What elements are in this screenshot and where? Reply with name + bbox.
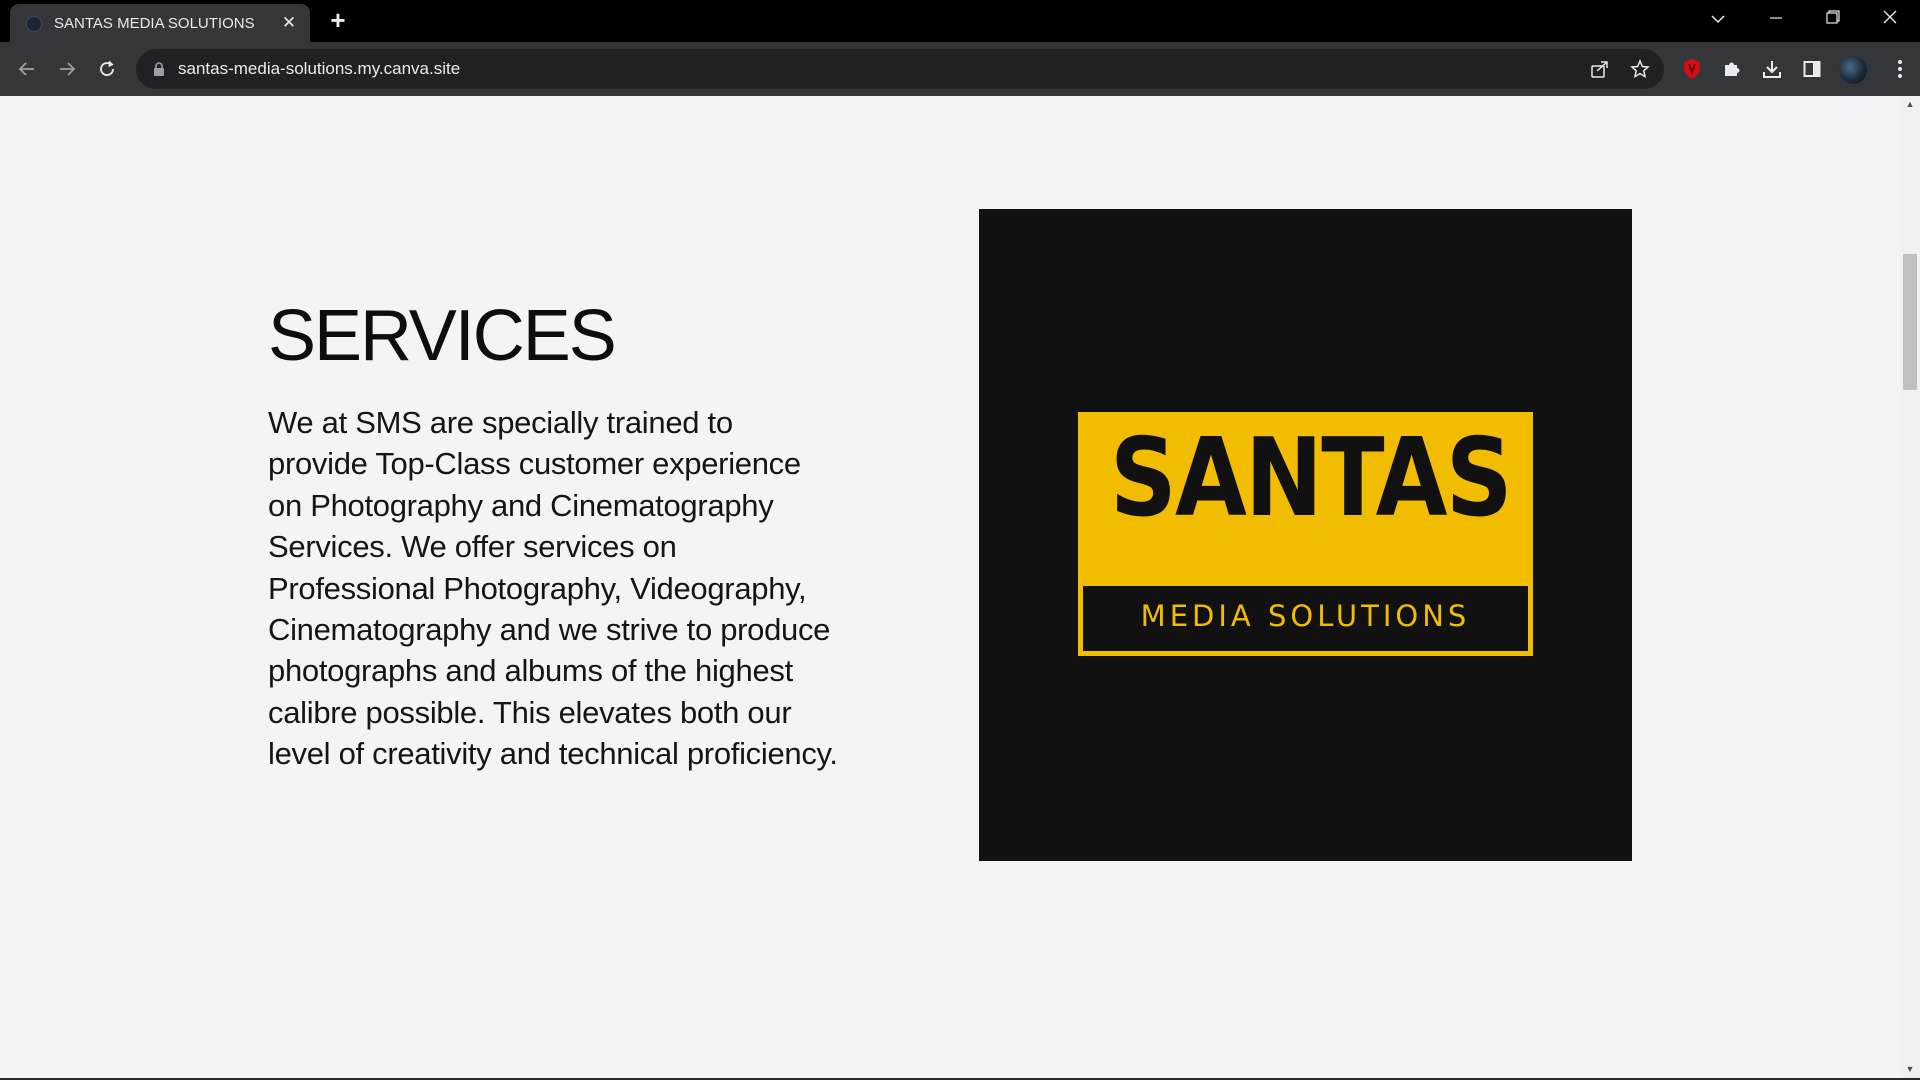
puzzle-icon <box>1725 62 1740 76</box>
close-window-button[interactable] <box>1870 6 1910 34</box>
forward-button[interactable] <box>52 54 82 84</box>
logo-bottom-frame: MEDIA SOLUTIONS <box>1078 578 1533 656</box>
services-heading: SERVICES <box>268 296 617 376</box>
bookmark-button[interactable] <box>1628 57 1652 81</box>
browser-tab[interactable]: SANTAS MEDIA SOLUTIONS ✕ <box>10 4 310 42</box>
back-arrow-icon <box>18 62 34 76</box>
star-icon <box>1630 59 1650 78</box>
share-icon <box>1591 61 1608 78</box>
page-scrollbar[interactable]: ▲ ▼ <box>1900 96 1920 1078</box>
profile-avatar[interactable] <box>1839 56 1867 84</box>
browser-menu-button[interactable] <box>1887 56 1913 82</box>
back-button[interactable] <box>12 54 42 84</box>
scroll-down-arrow-icon[interactable]: ▼ <box>1900 1061 1920 1078</box>
extensions-button[interactable] <box>1719 56 1745 82</box>
forward-arrow-icon <box>60 62 76 76</box>
side-panel-button[interactable] <box>1799 56 1825 82</box>
logo-yellow-block: SANTAS <box>1078 412 1533 578</box>
browser-toolbar: santas-media-solutions.my.canva.site <box>0 42 1920 96</box>
logo-image: SANTAS MEDIA SOLUTIONS <box>979 209 1632 861</box>
restore-button[interactable] <box>1813 6 1853 34</box>
logo-divider <box>1078 578 1533 586</box>
page-viewport: SERVICES We at SMS are specially trained… <box>0 96 1900 1078</box>
chevron-down-icon <box>1711 15 1725 24</box>
scroll-thumb[interactable] <box>1903 254 1917 390</box>
browser-titlebar: SANTAS MEDIA SOLUTIONS ✕ + <box>0 0 1920 42</box>
reload-button[interactable] <box>92 54 122 84</box>
address-bar[interactable]: santas-media-solutions.my.canva.site <box>136 49 1664 89</box>
url-text[interactable]: santas-media-solutions.my.canva.site <box>178 59 460 79</box>
new-tab-button[interactable]: + <box>324 6 352 34</box>
site-favicon-icon <box>26 16 42 32</box>
logo-main-text: SANTAS <box>1109 416 1513 541</box>
downloads-button[interactable] <box>1759 56 1785 82</box>
tab-close-icon[interactable]: ✕ <box>280 14 298 32</box>
reload-icon <box>100 60 114 76</box>
red-shield-extension-icon <box>1684 59 1700 79</box>
logo-sub-text: MEDIA SOLUTIONS <box>1140 599 1471 633</box>
tab-search-button[interactable] <box>1698 6 1738 34</box>
restore-icon <box>1826 10 1840 24</box>
extension-shield-button[interactable] <box>1679 56 1705 82</box>
lock-icon <box>154 62 164 76</box>
tab-title: SANTAS MEDIA SOLUTIONS <box>54 15 255 32</box>
kebab-menu-icon <box>1898 60 1902 78</box>
close-icon <box>1883 10 1897 24</box>
minimize-icon <box>1770 17 1782 19</box>
download-icon <box>1763 61 1781 78</box>
minimize-button[interactable] <box>1756 6 1796 34</box>
side-panel-icon <box>1803 61 1821 77</box>
share-button[interactable] <box>1588 57 1612 81</box>
services-description: We at SMS are specially trained to provi… <box>268 405 838 772</box>
scroll-up-arrow-icon[interactable]: ▲ <box>1900 96 1920 113</box>
